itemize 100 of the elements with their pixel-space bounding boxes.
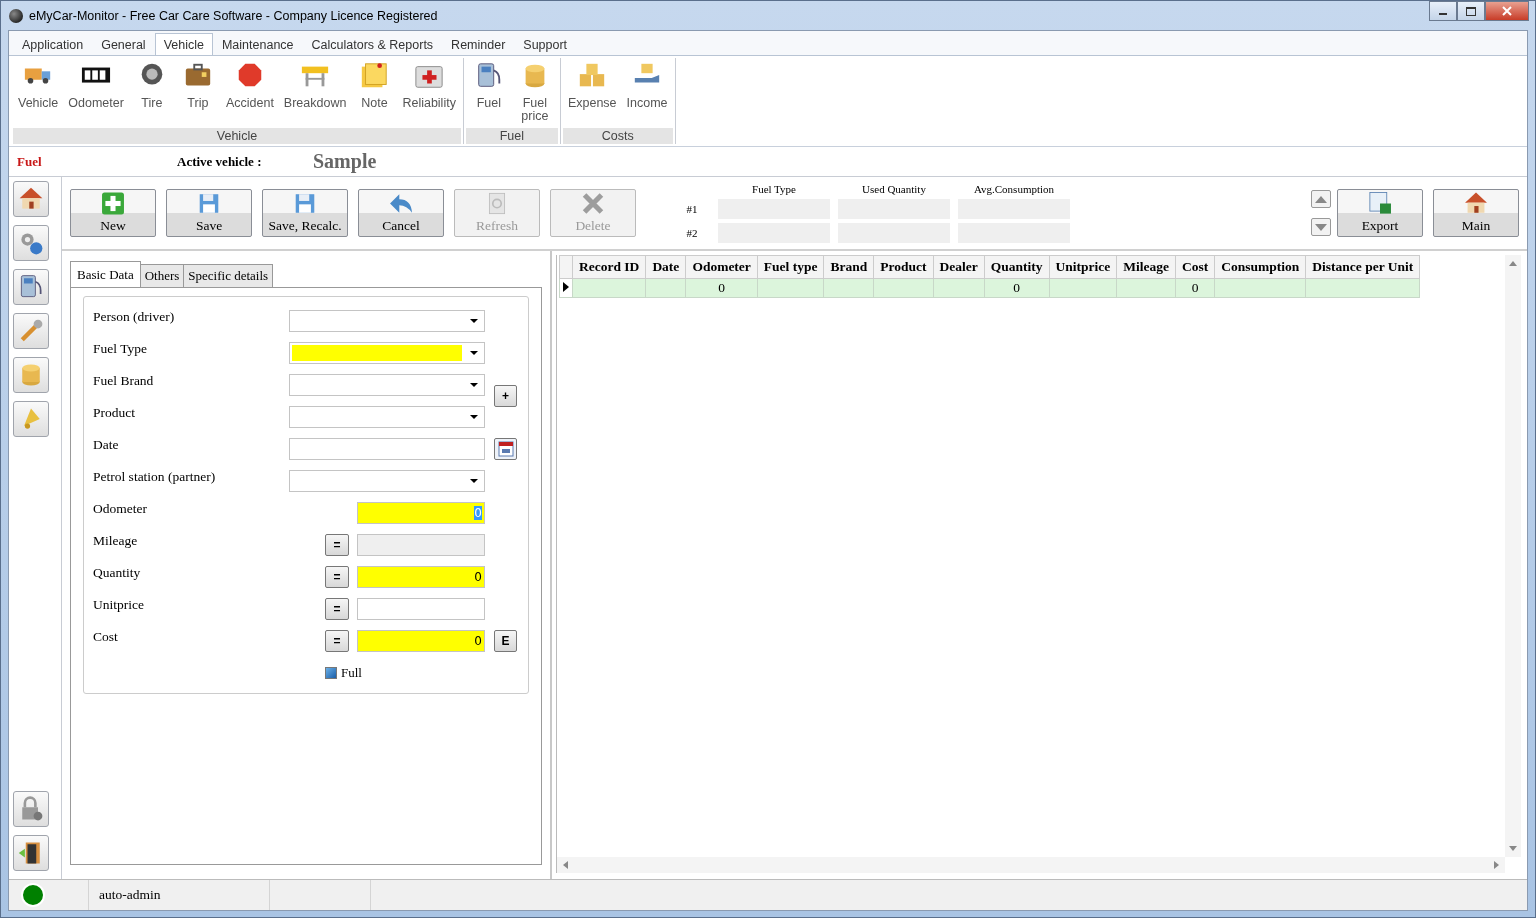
column-header: Used Quantity [861,183,927,195]
up-arrow-icon [1509,261,1517,266]
field-label: Unitprice [93,596,145,613]
checkbox[interactable] [325,667,337,679]
left-arrow-icon [563,861,568,869]
column-header: Distance per Unit [1305,255,1420,279]
dropdown[interactable] [289,374,485,396]
sidebar-button[interactable] [13,225,49,261]
caret-icon [470,415,478,419]
column-header: Date [645,255,686,279]
input-field[interactable] [357,534,485,556]
sidebar-button[interactable] [13,181,49,217]
user-name: auto-admin [89,880,270,910]
toolbar-button[interactable]: Save [166,189,252,237]
dropdown[interactable] [289,310,485,332]
column-header: Quantity [984,255,1049,279]
app-logo-icon [9,8,23,23]
ribbon-button[interactable]: Note [351,58,398,128]
exit-button[interactable] [13,835,49,871]
sidebar-button[interactable] [13,357,49,393]
side-button[interactable]: E [494,630,517,652]
ribbon-button[interactable]: Income [621,58,673,128]
column-header: Avg.Consumption [972,183,1056,195]
ribbon-group-title: Costs [562,128,673,144]
input-field[interactable] [357,598,485,620]
ribbon-button[interactable]: Breakdown [278,58,352,128]
dropdown[interactable] [289,342,485,364]
tab[interactable]: Specific details [183,264,274,287]
caret-icon [470,351,478,355]
calendar-button[interactable] [494,438,517,460]
field-label: Date [93,436,120,453]
field-label: Cost [93,628,119,645]
sidebar-button[interactable] [13,401,49,437]
ribbon-group-title: Vehicle [13,128,461,144]
toolbar-button[interactable]: Export [1337,189,1423,237]
active-vehicle-label: Active vehicle : [177,153,263,170]
vertical-scrollbar[interactable] [1505,255,1521,857]
plus-icon [99,190,127,217]
ribbon-button[interactable]: Fuel [465,58,512,128]
column-header: Record ID [572,255,646,279]
ribbon-button[interactable]: Odometer [63,58,129,128]
column-header: Cost [1175,255,1215,279]
ribbon-button[interactable]: Vehicle [13,58,64,128]
input-field[interactable]: 0 [357,566,485,588]
toolbar-button[interactable]: Main [1433,189,1519,237]
scroll-down-button[interactable] [1311,218,1331,236]
tab[interactable]: Basic Data [70,261,141,287]
menu-tab[interactable]: General [92,33,155,55]
equals-button[interactable]: = [325,566,349,588]
field-label: Fuel Type [93,340,148,357]
down-arrow-icon [1509,846,1517,851]
menu-tab[interactable]: Reminder [442,33,515,55]
sidebar-button[interactable] [13,313,49,349]
tab[interactable]: Others [139,264,185,287]
lock-button[interactable] [13,791,49,827]
spreadsheet-icon [1366,190,1394,217]
menu-tab[interactable]: Application [13,33,93,55]
menu-tab[interactable]: Support [514,33,577,55]
ribbon-button[interactable]: Fuel price [511,58,558,128]
menu-tab[interactable]: Calculators & Reports [302,33,443,55]
right-arrow-icon [1494,861,1499,869]
ribbon-button[interactable]: Expense [562,58,622,128]
toolbar-button[interactable]: Save, Recalc. [262,189,348,237]
side-button[interactable]: + [494,385,517,407]
field-label: Quantity [93,564,142,581]
ribbon-button[interactable]: Trip [174,58,221,128]
dropdown[interactable] [289,406,485,428]
down-arrow-icon [1315,223,1327,231]
equals-button[interactable]: = [325,534,349,556]
close-button[interactable] [1485,1,1529,21]
menu-tab[interactable]: Vehicle [154,33,213,55]
ribbon-group-title: Fuel [465,128,558,144]
active-vehicle-name: Sample [313,150,377,173]
horizontal-scrollbar[interactable] [557,857,1505,873]
toolbar-button[interactable]: New [70,189,156,237]
date-field[interactable] [289,438,485,460]
equals-button[interactable]: = [325,598,349,620]
ribbon-button[interactable]: Tire [128,58,175,128]
calendar-icon [497,441,514,457]
ribbon-button[interactable]: Reliability [397,58,461,128]
column-header: Product [873,255,933,279]
minimize-button[interactable] [1429,1,1457,21]
column-header: Consumption [1214,255,1306,279]
input-field[interactable]: 0 [357,630,485,652]
dropdown[interactable] [289,470,485,492]
row-label: #2 [685,227,699,239]
checkbox-label: Full [341,665,362,681]
equals-button[interactable]: = [325,630,349,652]
scroll-up-button[interactable] [1311,190,1331,208]
field-label: Product [93,404,136,421]
up-arrow-icon [1315,195,1327,203]
menu-tab[interactable]: Maintenance [212,33,303,55]
section-title: Fuel [16,153,43,170]
toolbar-button[interactable]: Cancel [358,189,444,237]
maximize-button[interactable] [1457,1,1485,21]
sidebar-button[interactable] [13,269,49,305]
table-cell: 0 [718,280,725,295]
row-label: #1 [685,203,699,215]
field-label: Odometer [93,500,148,517]
ribbon-button[interactable]: Accident [220,58,279,128]
